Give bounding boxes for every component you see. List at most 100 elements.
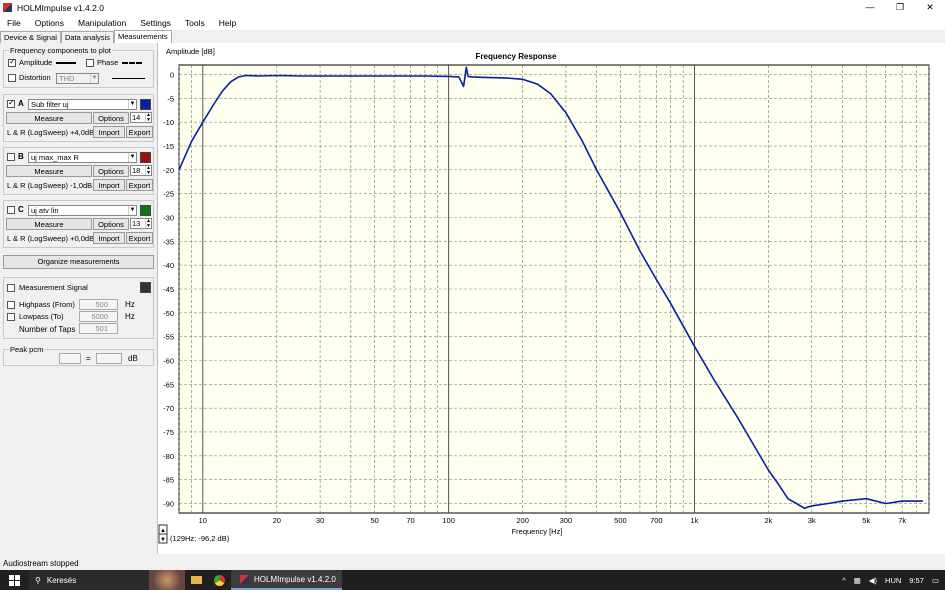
measurement-b-options-button[interactable]: Options (93, 165, 129, 177)
y-tick-label: -20 (163, 166, 174, 175)
tray-network-icon[interactable]: ▦ (854, 576, 861, 585)
measurement-a-spin[interactable]: 14 ▲ ▼ (130, 112, 152, 123)
phase-checkbox[interactable] (86, 58, 94, 67)
taskbar: ⚲ Keresés HOLMImpulse v1.4.2.0 ^ ▦ ◀) HU… (0, 570, 945, 590)
measurement-a-measure-button[interactable]: Measure (6, 112, 92, 124)
x-tick-label: 700 (650, 516, 663, 525)
menu-file[interactable]: File (0, 18, 28, 28)
measurement-a-export-button[interactable]: Export (126, 126, 153, 138)
window-title: HOLMImpulse v1.4.2.0 (17, 2, 104, 13)
measurement-a-color-swatch[interactable] (140, 99, 151, 110)
menu-tools[interactable]: Tools (178, 18, 212, 28)
measurement-b-spin[interactable]: 18 ▲ ▼ (130, 165, 152, 176)
measurement-signal-checkbox[interactable] (7, 283, 15, 292)
taps-input[interactable]: 501 (79, 323, 118, 334)
folder-icon[interactable] (191, 576, 202, 584)
amplitude-label: Amplitude (19, 58, 53, 67)
close-button[interactable]: ✕ (915, 0, 945, 15)
measurement-c-import-button[interactable]: Import (93, 232, 125, 244)
phase-line-style (122, 61, 143, 64)
measurement-c-export-button[interactable]: Export (126, 232, 153, 244)
measurement-b-checkbox[interactable] (7, 153, 15, 161)
measurement-c-color-swatch[interactable] (140, 205, 151, 216)
menu-options[interactable]: Options (28, 18, 71, 28)
measurement-c-spin[interactable]: 13 ▲ ▼ (130, 218, 152, 229)
y-tick-label: -90 (163, 499, 174, 508)
windows-start-icon[interactable] (9, 574, 20, 586)
measurement-c-spin-value: 13 (132, 219, 141, 228)
taskbar-app-label: HOLMImpulse v1.4.2.0 (254, 574, 336, 584)
measurement-c-checkbox[interactable] (7, 206, 15, 214)
notification-icon[interactable]: ▭ (932, 576, 939, 585)
y-tick-label: -15 (163, 142, 174, 151)
lowpass-value: 5000 (91, 312, 108, 321)
distortion-select[interactable]: THD ▼ (56, 73, 99, 84)
measurement-a-select[interactable]: Sub filter uj ▼ (28, 99, 137, 110)
amplitude-line-style (56, 61, 77, 64)
measurement-a-import-button[interactable]: Import (93, 126, 125, 138)
chevron-down-icon: ▼ (128, 206, 136, 215)
app-icon (240, 574, 249, 584)
measurement-b-export-button[interactable]: Export (126, 179, 153, 191)
y-tick-label: -80 (163, 452, 174, 461)
y-tick-label: -35 (163, 237, 174, 246)
taskbar-weather-icon[interactable] (149, 570, 185, 590)
measurement-a-checkbox[interactable] (7, 98, 15, 108)
distortion-label: Distortion (19, 73, 51, 82)
chrome-icon[interactable] (214, 574, 225, 586)
x-tick-label: 50 (370, 516, 378, 525)
measurement-b-color-swatch[interactable] (140, 152, 151, 163)
tray-language[interactable]: HUN (885, 576, 901, 585)
taskbar-app-holmimpulse[interactable]: HOLMImpulse v1.4.2.0 (231, 570, 342, 590)
spin-arrows-icon: ▲ ▼ (145, 218, 151, 229)
lowpass-checkbox[interactable] (7, 312, 15, 321)
peak-pcm-group: Peak pcm = dB (3, 345, 154, 366)
measurement-c-name: uj atv lin (31, 206, 59, 215)
taskbar-search[interactable]: ⚲ Keresés (29, 570, 149, 590)
measurement-b-import-button[interactable]: Import (93, 179, 125, 191)
chevron-down-icon: ▼ (128, 153, 136, 162)
y-tick-label: -55 (163, 333, 174, 342)
frequency-response-chart[interactable]: 0 -5 -10 -15 -20 -25 -30 -35 -40 -45 -50 -55 -60 -65 -… (158, 43, 945, 554)
measurement-signal-group: Measurement Signal Highpass (From) 500 H… (3, 277, 154, 339)
measurement-c-measure-button[interactable]: Measure (6, 218, 92, 230)
y-tick-label: -75 (163, 428, 174, 437)
measurement-a-options-button[interactable]: Options (93, 112, 129, 124)
measurement-b-measure-button[interactable]: Measure (6, 165, 92, 177)
peak-equals: = (86, 354, 91, 363)
restore-button[interactable]: ❐ (885, 0, 915, 15)
measurement-signal-label: Measurement Signal (19, 283, 88, 292)
measurement-b-spin-value: 18 (132, 166, 141, 175)
highpass-checkbox[interactable] (7, 300, 15, 309)
menu-help[interactable]: Help (212, 18, 243, 28)
tab-data-analysis[interactable]: Data analysis (60, 31, 114, 43)
peak-pcm-title: Peak pcm (9, 345, 45, 354)
measurement-b-select[interactable]: uj max_max R ▼ (28, 152, 137, 163)
distortion-line-style (112, 78, 145, 79)
tray-chevron-icon[interactable]: ^ (842, 576, 846, 585)
highpass-input[interactable]: 500 (79, 299, 118, 310)
measurements-panel: Frequency components to plot Amplitude P… (0, 43, 158, 554)
app-icon (3, 3, 12, 12)
taps-label: Number of Taps (19, 325, 76, 334)
measurement-c-select[interactable]: uj atv lin ▼ (28, 205, 137, 216)
measurement-c-options-button[interactable]: Options (93, 218, 129, 230)
tab-device-signal[interactable]: Device & Signal (0, 31, 61, 43)
tray-clock[interactable]: 9:57 (909, 576, 924, 585)
lowpass-input[interactable]: 5000 (79, 311, 118, 322)
y-tick-label: -30 (163, 214, 174, 223)
menu-settings[interactable]: Settings (133, 18, 178, 28)
x-tick-label: 300 (560, 516, 573, 525)
tab-measurements[interactable]: Measurements (113, 30, 172, 43)
organize-measurements-button[interactable]: Organize measurements (3, 255, 154, 269)
menu-manipulation[interactable]: Manipulation (71, 18, 133, 28)
distortion-checkbox[interactable] (8, 73, 16, 82)
measurement-a-letter: A (18, 99, 24, 108)
menu-bar: File Options Manipulation Settings Tools… (0, 15, 945, 30)
measurement-signal-color-swatch[interactable] (140, 282, 151, 293)
tray-volume-icon[interactable]: ◀) (869, 576, 877, 585)
amplitude-checkbox[interactable] (8, 57, 16, 67)
x-tick-label: 5k (862, 516, 870, 525)
phase-label: Phase (97, 58, 119, 67)
minimize-button[interactable]: — (855, 0, 885, 15)
